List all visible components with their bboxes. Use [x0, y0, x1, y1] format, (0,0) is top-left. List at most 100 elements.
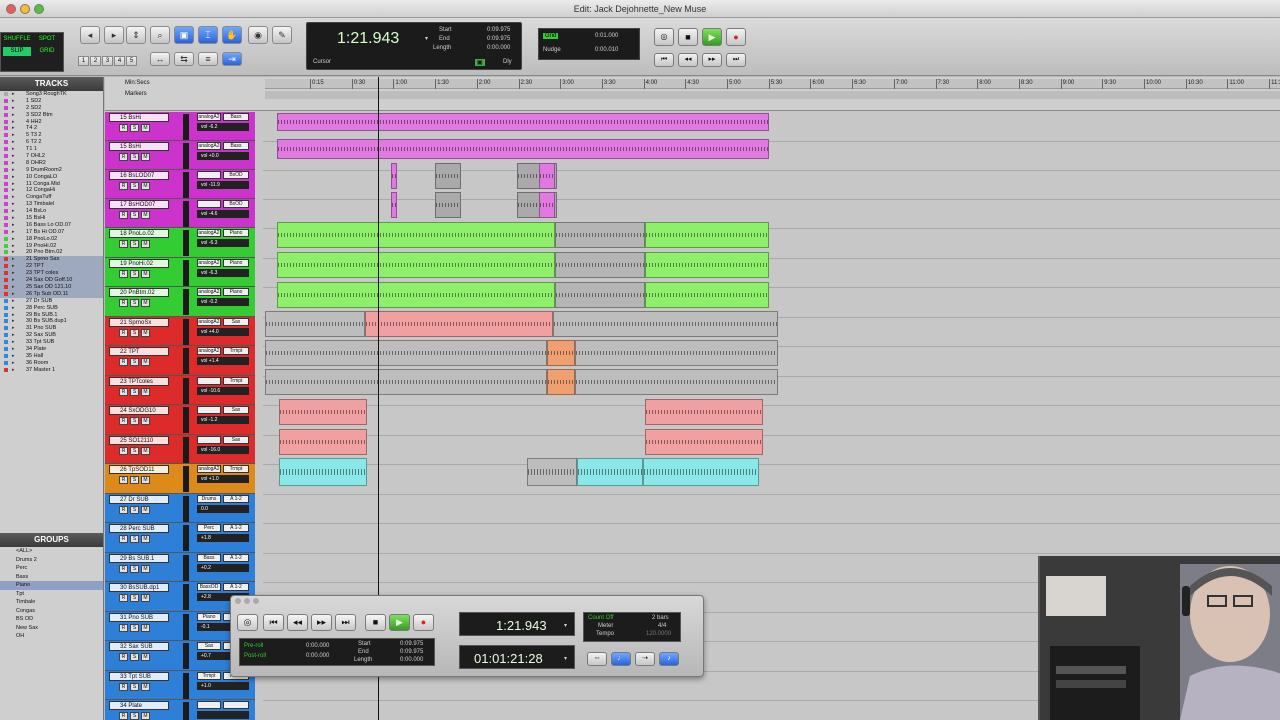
zoom-preset-5[interactable]: 5 — [126, 56, 137, 66]
track-name-field[interactable]: 15 BsHi — [109, 142, 169, 151]
zoom-preset-2[interactable]: 2 — [90, 56, 101, 66]
track-name-field[interactable]: 28 Perc SUB — [109, 524, 169, 533]
track-header[interactable]: 22 TPT R S ManalogA2 Trmpt vol +1.4 — [105, 346, 255, 376]
zoom-preset-1[interactable]: 1 — [78, 56, 89, 66]
record-enable-button[interactable]: R — [119, 535, 128, 543]
audio-clip[interactable] — [575, 340, 778, 366]
record-enable-button[interactable]: R — [119, 594, 128, 602]
zoom-preset-4[interactable]: 4 — [114, 56, 125, 66]
transport-sub-counter-menu-icon[interactable]: ▾ — [564, 655, 567, 662]
track-list-item[interactable]: ▸ 29 Bs SUB.1 — [0, 312, 103, 319]
record-enable-button[interactable]: R — [119, 299, 128, 307]
mute-button[interactable]: M — [141, 535, 150, 543]
track-list-item[interactable]: ▸ 10 CongaLO — [0, 174, 103, 181]
nudge-label[interactable]: Nudge — [543, 47, 561, 53]
track-list-item[interactable]: ▸ 32 Sax SUB — [0, 332, 103, 339]
tr-start-value[interactable]: 0:09.975 — [400, 641, 423, 647]
tempo-label[interactable]: Tempo — [596, 631, 614, 637]
track-disclosure-icon[interactable]: ▸ — [12, 256, 15, 263]
mute-button[interactable]: M — [141, 505, 150, 514]
rewind-icon[interactable]: ◂◂ — [678, 53, 698, 67]
track-disclosure-icon[interactable]: ▸ — [12, 312, 15, 319]
track-header[interactable]: 26 TpSOD11 R S ManalogA2 Trmpt vol +1.0 — [105, 464, 255, 494]
track-disclosure-icon[interactable]: ▸ — [12, 167, 15, 174]
zoom-out-icon[interactable]: ◂ — [80, 26, 100, 44]
mode-shuffle[interactable]: SHUFFLE — [3, 35, 31, 44]
midi-merge-icon[interactable]: ⇢ — [635, 652, 655, 666]
zoomer-tool-icon[interactable]: ⌕ — [150, 26, 170, 44]
track-list-item[interactable]: ▸ 20 Pno Btm.02 — [0, 249, 103, 256]
audio-clip[interactable] — [279, 399, 367, 425]
scrubber-tool-icon[interactable]: ◉ — [248, 26, 268, 44]
zoom-fit-icon[interactable]: ⇕ — [126, 26, 146, 44]
transport-stop-icon[interactable]: ■ — [365, 614, 386, 631]
audio-clip[interactable] — [277, 252, 555, 278]
track-volume-display[interactable]: +1.8 — [197, 534, 249, 542]
track-disclosure-icon[interactable]: ▸ — [12, 125, 15, 132]
track-input-selector[interactable] — [197, 376, 221, 385]
group-list-item[interactable]: Drums 2 — [0, 556, 103, 565]
track-list-item[interactable]: ▸ 17 Bs Hi OD.07 — [0, 229, 103, 236]
track-disclosure-icon[interactable]: ▸ — [12, 139, 15, 146]
track-input-selector[interactable]: analogA2 — [197, 317, 221, 326]
record-enable-button[interactable]: R — [119, 446, 128, 455]
track-output-selector[interactable]: Piano — [223, 288, 249, 296]
audio-clip[interactable] — [645, 222, 769, 248]
track-output-selector[interactable]: Sax — [223, 317, 249, 326]
mute-button[interactable]: M — [141, 182, 150, 190]
track-name-field[interactable]: 19 PnoHi.02 — [109, 258, 169, 268]
group-list-item[interactable]: Perc — [0, 564, 103, 573]
solo-button[interactable]: S — [130, 653, 139, 661]
dly-toggle[interactable]: ▣ — [475, 59, 485, 66]
track-output-selector[interactable]: Sax — [223, 435, 249, 444]
solo-button[interactable]: S — [130, 153, 139, 161]
fast-forward-icon[interactable]: ▸▸ — [702, 53, 722, 67]
audio-clip[interactable] — [391, 163, 397, 189]
audio-clip[interactable] — [645, 399, 763, 425]
track-disclosure-icon[interactable]: ▸ — [12, 263, 15, 270]
transport-ff-icon[interactable]: ▸▸ — [311, 614, 332, 631]
stop-button-icon[interactable]: ■ — [678, 28, 698, 46]
track-volume-display[interactable]: vol +4.0 — [197, 327, 249, 336]
track-list-item[interactable]: ▸ T4 2 — [0, 125, 103, 132]
transport-record-icon[interactable]: ● — [413, 614, 434, 631]
track-disclosure-icon[interactable]: ▸ — [12, 243, 15, 250]
track-input-selector[interactable]: Trmpt — [197, 671, 221, 680]
track-header[interactable]: 23 TPTcoles R S M Trmpt vol -10.6 — [105, 375, 255, 405]
track-list-item[interactable]: ▸ 7 OHL2 — [0, 153, 103, 160]
track-input-selector[interactable]: analogA2 — [197, 465, 221, 473]
track-list-item[interactable]: ▸ 14 BsLo — [0, 208, 103, 215]
track-list-item[interactable]: ▸ 21 Sprno Sax — [0, 256, 103, 264]
track-name-field[interactable]: 18 PnoLo.02 — [109, 229, 169, 238]
track-input-selector[interactable]: Piano — [197, 612, 221, 621]
track-disclosure-icon[interactable]: ▸ — [12, 181, 15, 188]
transport-main-counter[interactable]: 1:21.943 ▾ — [459, 612, 575, 636]
solo-button[interactable]: S — [130, 535, 139, 543]
group-list-item[interactable]: <ALL> — [0, 547, 103, 556]
group-list-item[interactable]: BS OD — [0, 615, 103, 624]
track-header[interactable]: 16 BsLOD07 R S M BsOD vol -11.9 — [105, 170, 255, 199]
groups-panel-title[interactable]: GROUPS — [0, 533, 103, 547]
record-enable-button[interactable]: R — [119, 240, 128, 248]
track-name-field[interactable]: 33 Tpt SUB — [109, 671, 169, 681]
track-disclosure-icon[interactable]: ▸ — [12, 132, 15, 139]
zoom-window-button[interactable] — [34, 4, 44, 14]
meter-value[interactable]: 4/4 — [658, 623, 666, 629]
transport-online-icon[interactable]: ◎ — [237, 614, 258, 631]
track-list-item[interactable]: ▸ 8 OHR2 — [0, 160, 103, 167]
track-name-field[interactable]: 34 Plate — [109, 701, 169, 710]
track-disclosure-icon[interactable]: ▸ — [12, 215, 15, 222]
track-output-selector[interactable]: BsOD — [223, 171, 249, 179]
track-header[interactable]: 15 BsHi R S ManalogA2 Bass vol -6.2 — [105, 112, 255, 141]
mute-button[interactable]: M — [141, 387, 150, 396]
track-list-item[interactable]: ▸ 31 Pno SUB — [0, 325, 103, 332]
track-volume-display[interactable]: vol +1.0 — [197, 475, 249, 483]
counter-menu-icon[interactable]: ▾ — [425, 35, 428, 42]
transport-rewind-icon[interactable]: ◂◂ — [287, 614, 308, 631]
track-output-selector[interactable]: Trmpt — [223, 465, 249, 473]
conductor-icon[interactable]: ♪ — [659, 652, 679, 666]
track-list-item[interactable]: ▸ 12 CongaHi — [0, 187, 103, 194]
length-value[interactable]: 0:00.000 — [487, 45, 510, 51]
track-list-item[interactable]: ▸ 16 Bass Lo OD.07 — [0, 222, 103, 229]
track-list-item[interactable]: ▸ 4 HH2 — [0, 119, 103, 126]
